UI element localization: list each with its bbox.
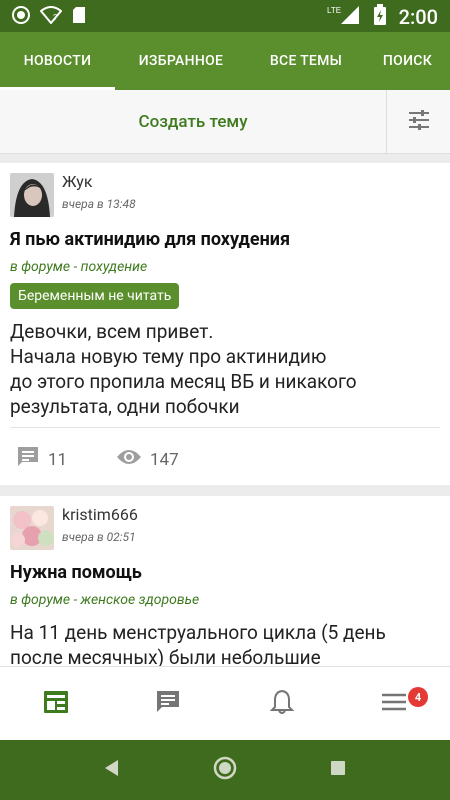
- comments-value: 11: [48, 449, 68, 470]
- author-name[interactable]: kristim666: [62, 505, 138, 524]
- forum-link[interactable]: в форуме - похудение: [10, 259, 147, 275]
- post-card[interactable]: kristim666 вчера в 02:51 Нужна помощь в …: [0, 496, 450, 686]
- comment-icon: [16, 445, 40, 474]
- post-title[interactable]: Я пью актинидию для похудения: [10, 229, 290, 250]
- tab-all-topics[interactable]: ВСЕ ТЕМЫ: [247, 32, 365, 90]
- eye-icon: [116, 447, 142, 472]
- sync-icon: [12, 6, 30, 28]
- divider: [10, 427, 440, 428]
- system-navigation-bar: [0, 740, 450, 800]
- battery-icon: [373, 4, 387, 30]
- post-card[interactable]: Жук вчера в 13:48 Я пью актинидию для по…: [0, 163, 450, 485]
- nav-notifications[interactable]: [226, 667, 338, 741]
- svg-text:?: ?: [53, 13, 58, 22]
- tag-badge: Беременным не читать: [10, 283, 180, 309]
- create-topic-button[interactable]: Создать тему: [0, 90, 386, 154]
- menu-icon: [382, 692, 406, 716]
- post-title[interactable]: Нужна помощь: [10, 562, 142, 583]
- forum-link[interactable]: в форуме - женское здоровье: [10, 592, 199, 608]
- post-stats: 11 147: [16, 445, 179, 474]
- post-time: вчера в 13:48: [62, 197, 136, 211]
- recents-button[interactable]: [322, 754, 354, 786]
- back-button[interactable]: [96, 754, 128, 786]
- messages-icon: [155, 689, 181, 719]
- post-excerpt-text: Девочки, всем привет. Начала новую тему …: [10, 320, 357, 418]
- avatar[interactable]: [10, 506, 54, 550]
- nav-messages[interactable]: [112, 667, 224, 741]
- tab-bar: НОВОСТИ ИЗБРАННОЕ ВСЕ ТЕМЫ ПОИСК: [0, 32, 450, 90]
- views-value: 147: [150, 449, 179, 470]
- recents-icon: [329, 759, 347, 781]
- home-button[interactable]: [209, 754, 241, 786]
- status-time: 2:00: [398, 5, 438, 29]
- tab-news[interactable]: НОВОСТИ: [0, 32, 115, 90]
- post-excerpt: Девочки, всем привет. Начала новую тему …: [10, 319, 440, 419]
- post-excerpt: На 11 день менструального цикла (5 день …: [10, 621, 386, 669]
- status-bar: ? LTE 2:00: [0, 0, 450, 32]
- comments-count[interactable]: 11: [16, 445, 116, 474]
- bottom-navigation: 4: [0, 666, 450, 740]
- back-icon: [102, 758, 122, 782]
- tab-favorites[interactable]: ИЗБРАННОЕ: [115, 32, 247, 90]
- wifi-icon: ?: [39, 6, 63, 28]
- lte-signal-icon: LTE: [327, 4, 361, 30]
- action-bar: Создать тему: [0, 90, 450, 154]
- sd-card-icon: [72, 6, 86, 28]
- home-icon: [213, 756, 237, 784]
- avatar[interactable]: [10, 173, 54, 217]
- nav-menu[interactable]: 4: [338, 667, 450, 741]
- tune-icon: [407, 108, 431, 136]
- nav-news-feed[interactable]: [0, 667, 112, 741]
- filter-button[interactable]: [386, 90, 450, 154]
- menu-badge: 4: [408, 687, 428, 707]
- tab-search[interactable]: ПОИСК: [365, 32, 450, 90]
- news-feed-icon: [43, 690, 69, 718]
- author-name[interactable]: Жук: [62, 172, 93, 191]
- notifications-icon: [269, 689, 295, 719]
- post-time: вчера в 02:51: [62, 530, 136, 544]
- network-type: LTE: [327, 6, 341, 15]
- views-count: 147: [116, 447, 179, 472]
